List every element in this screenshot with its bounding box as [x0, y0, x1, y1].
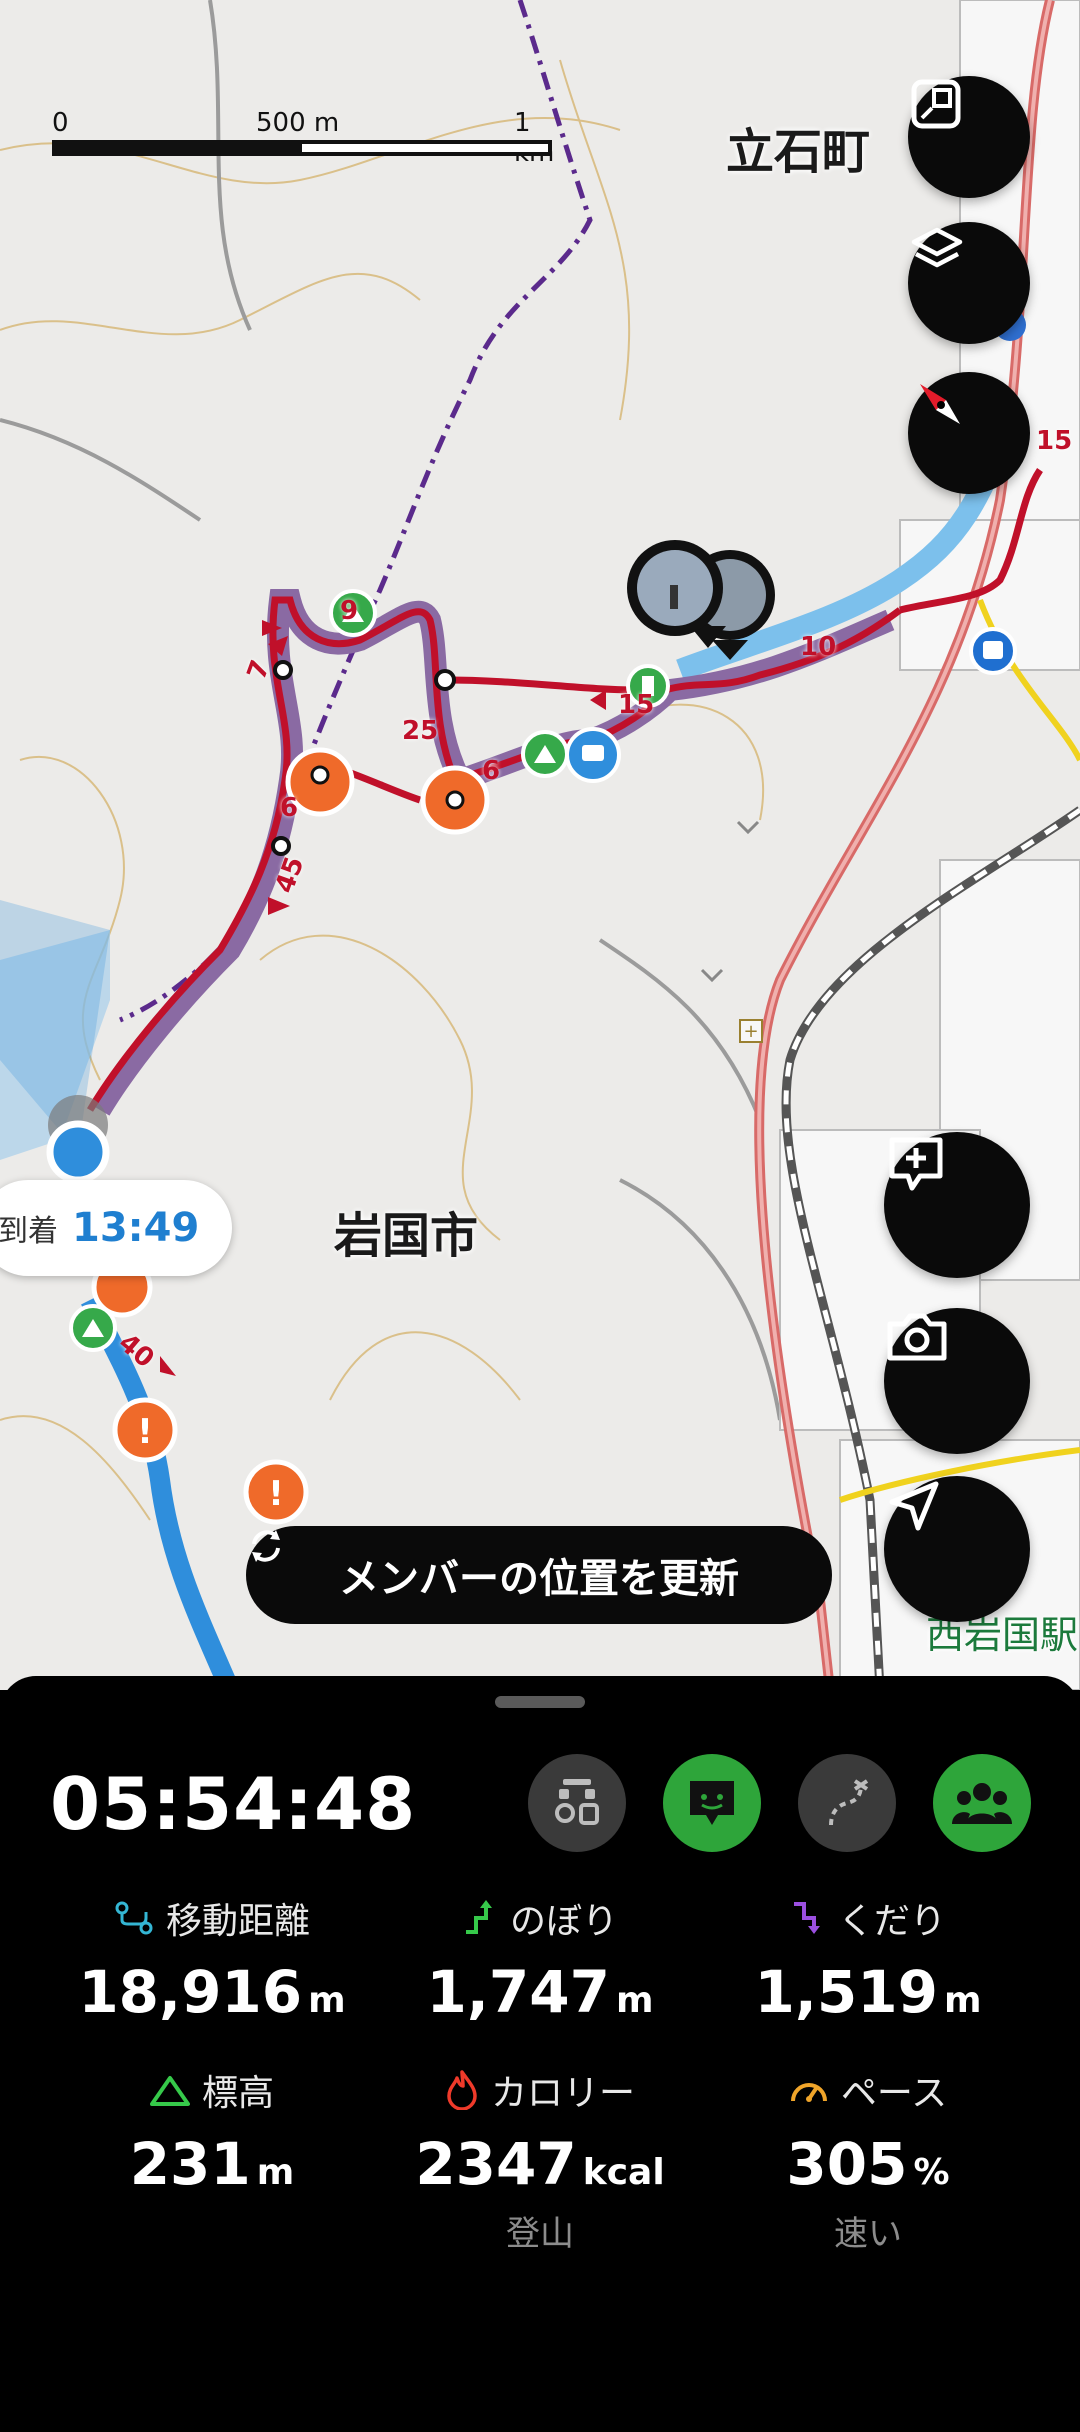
route-label: 10: [800, 632, 837, 662]
stat-calories-label: カロリー: [490, 2073, 635, 2114]
arrival-time: 13:49: [72, 1205, 200, 1251]
ascent-icon: [465, 1900, 492, 1934]
layers-button[interactable]: [908, 222, 1030, 344]
stat-pace-value: 305: [786, 2130, 908, 2198]
members-icon: [952, 1783, 1012, 1824]
route-label: 25: [402, 716, 439, 746]
stat-altitude-unit: m: [256, 2152, 295, 2193]
stat-pace-sub: 速い: [834, 2214, 902, 2254]
add-note-button[interactable]: [884, 1132, 1030, 1278]
route-icon: [829, 1779, 869, 1826]
place-label-iwakuni: 岩国市: [334, 1208, 479, 1264]
scale-bar: 0 500 m 1 km: [52, 108, 562, 168]
stat-pace-label: ペース: [840, 2073, 948, 2114]
refresh-members-button[interactable]: メンバーの位置を更新: [246, 1526, 832, 1624]
map-view[interactable]: ! ! + 9 7 25 6 6 45 15 10 15 40 0 500 m …: [0, 0, 1080, 1690]
arrival-time-pill[interactable]: 到着 13:49: [0, 1180, 232, 1276]
speedometer-icon: [790, 2083, 827, 2102]
stat-pace-unit: %: [913, 2152, 950, 2193]
route-label: 15: [1036, 426, 1073, 456]
layers-icon: [911, 227, 963, 268]
route-label: 9: [340, 596, 359, 626]
stat-ascent-value: 1,747: [426, 1958, 610, 2026]
flame-icon: [447, 2070, 477, 2110]
stat-altitude-label: 標高: [201, 2073, 274, 2114]
stat-ascent-unit: m: [615, 1980, 654, 2021]
stat-descent-unit: m: [943, 1980, 982, 2021]
panel-drag-handle[interactable]: [495, 1696, 585, 1708]
compass-icon: [920, 384, 960, 424]
stat-calories: カロリー 2347 kcal 登山: [380, 2064, 700, 2255]
refresh-icon: [252, 1530, 280, 1562]
add-note-icon: [889, 1137, 943, 1191]
compass-button[interactable]: [908, 372, 1030, 494]
stat-descent-label: くだり: [837, 1901, 946, 1942]
stat-distance-value: 18,916: [78, 1958, 303, 2026]
stat-calories-sub: 登山: [506, 2214, 574, 2254]
stat-calories-unit: kcal: [582, 2152, 665, 2193]
scale-zero: 0: [52, 108, 69, 138]
stat-altitude: 標高 231 m: [52, 2064, 372, 2198]
mountain-icon: [149, 2076, 190, 2106]
distance-icon: [115, 1901, 153, 1935]
route-label: 6: [482, 756, 501, 786]
stat-ascent: のぼり 1,747 m: [380, 1892, 700, 2026]
descent-icon: [793, 1902, 820, 1934]
stat-ascent-label: のぼり: [509, 1901, 618, 1942]
stat-descent-value: 1,519: [754, 1958, 938, 2026]
elapsed-time: 05:54:48: [50, 1762, 417, 1846]
scale-bar-graphic: [52, 140, 552, 156]
route-button[interactable]: [798, 1754, 896, 1852]
members-button[interactable]: [933, 1754, 1031, 1852]
route-label: 15: [618, 690, 655, 720]
route-label: 6: [280, 793, 299, 823]
locate-icon: [889, 1481, 939, 1531]
arrival-label: 到着: [0, 1214, 58, 1249]
place-label-tateishi: 立石町: [726, 124, 871, 180]
map-fit-icon: [911, 79, 961, 129]
locate-button[interactable]: [884, 1476, 1030, 1622]
stat-distance-unit: m: [308, 1980, 346, 2021]
refresh-members-label: メンバーの位置を更新: [339, 1556, 739, 1602]
stat-altitude-value: 231: [129, 2130, 251, 2198]
chat-button[interactable]: [663, 1754, 761, 1852]
camera-button[interactable]: [884, 1308, 1030, 1454]
stat-distance-label: 移動距離: [165, 1901, 310, 1942]
map-fit-button[interactable]: [908, 76, 1030, 198]
scale-end: 1 km: [514, 108, 554, 168]
camera-icon: [887, 1313, 947, 1361]
scale-mid: 500 m: [256, 108, 340, 138]
svg-text:!: !: [137, 1412, 153, 1452]
stat-distance: 移動距離 18,916 m: [52, 1892, 372, 2026]
svg-text:!: !: [268, 1474, 284, 1514]
svg-text:+: +: [743, 1021, 758, 1042]
gear-list-button[interactable]: [528, 1754, 626, 1852]
chat-face-icon: [690, 1781, 734, 1825]
gear-list-icon: [555, 1779, 599, 1825]
activity-panel: 05:54:48 移動距離 18,916 m のぼり 1,747 m くだり 1,5…: [0, 1676, 1080, 2432]
stat-calories-value: 2347: [415, 2130, 577, 2198]
stat-pace: ペース 305% 速い: [708, 2064, 1028, 2255]
stat-descent: くだり 1,519 m: [708, 1892, 1028, 2026]
